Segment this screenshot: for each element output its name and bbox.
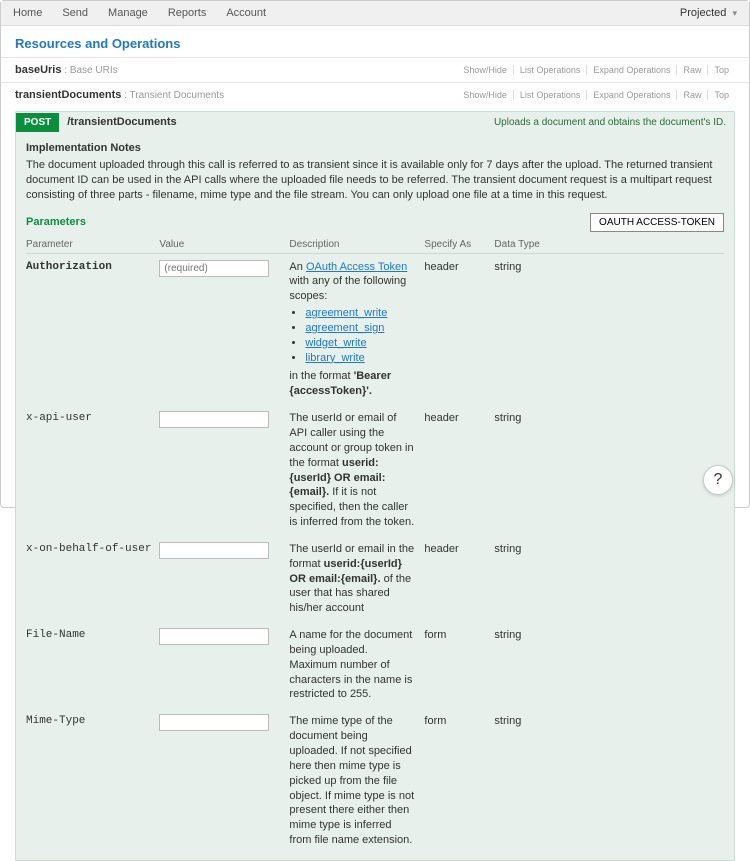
help-button[interactable]: ? xyxy=(703,465,733,495)
param-data-type: string xyxy=(494,253,724,405)
operation-summary: Uploads a document and obtains the docum… xyxy=(486,113,734,132)
resource-sub: : Transient Documents xyxy=(121,90,224,101)
param-data-type: string xyxy=(494,405,724,536)
param-value-input[interactable] xyxy=(159,542,269,559)
resource-baseuris[interactable]: baseUris : Base URIs Show/Hide List Oper… xyxy=(1,57,749,82)
param-row-x-on-behalf-of-user: x-on-behalf-of-user The userId or email … xyxy=(26,536,724,622)
nav-home[interactable]: Home xyxy=(13,7,42,19)
user-dropdown[interactable]: Projected ▾ xyxy=(680,7,737,19)
scope-link[interactable]: widget_write xyxy=(305,337,366,349)
param-name: File-Name xyxy=(26,622,159,708)
param-data-type: string xyxy=(494,708,724,854)
page-title: Resources and Operations xyxy=(1,26,749,57)
param-data-type: string xyxy=(494,536,724,622)
param-value-input[interactable] xyxy=(159,260,269,277)
param-row-authorization: Authorization An OAuth Access Token with… xyxy=(26,253,724,405)
param-specify-as: header xyxy=(424,405,494,536)
param-specify-as: form xyxy=(424,708,494,854)
param-data-type: string xyxy=(494,622,724,708)
col-value: Value xyxy=(159,236,289,254)
user-label: Projected xyxy=(680,7,726,19)
param-name: x-api-user xyxy=(26,405,159,536)
param-row-mime-type: Mime-Type The mime type of the document … xyxy=(26,708,724,854)
action-expand[interactable]: Expand Operations xyxy=(587,90,677,100)
param-description: A name for the document being uploaded. … xyxy=(289,622,424,708)
parameters-title: Parameters xyxy=(26,216,86,228)
param-row-file-name: File-Name A name for the document being … xyxy=(26,622,724,708)
action-list[interactable]: List Operations xyxy=(514,65,588,75)
action-list[interactable]: List Operations xyxy=(514,90,588,100)
param-specify-as: header xyxy=(424,253,494,405)
param-specify-as: form xyxy=(424,622,494,708)
parameters-table: Parameter Value Description Specify As D… xyxy=(26,236,724,854)
nav-reports[interactable]: Reports xyxy=(168,7,207,19)
action-raw[interactable]: Raw xyxy=(677,65,708,75)
nav-account[interactable]: Account xyxy=(226,7,266,19)
param-description: The mime type of the document being uplo… xyxy=(289,708,424,854)
action-raw[interactable]: Raw xyxy=(677,90,708,100)
param-name: Authorization xyxy=(26,253,159,405)
http-method-badge: POST xyxy=(16,113,59,132)
action-top[interactable]: Top xyxy=(708,90,735,100)
implementation-notes-title: Implementation Notes xyxy=(26,142,724,154)
resource-actions: Show/Hide List Operations Expand Operati… xyxy=(457,90,735,100)
operation-path: /transientDocuments xyxy=(59,112,184,132)
param-name: Mime-Type xyxy=(26,708,159,854)
top-nav: Home Send Manage Reports Account Project… xyxy=(1,1,749,26)
param-value-input[interactable] xyxy=(159,714,269,731)
operation-panel: POST /transientDocuments Uploads a docum… xyxy=(15,111,735,861)
col-parameter: Parameter xyxy=(26,236,159,254)
scope-link[interactable]: agreement_write xyxy=(305,307,387,319)
col-description: Description xyxy=(289,236,424,254)
param-description: An OAuth Access Token with any of the fo… xyxy=(289,253,424,405)
action-showhide[interactable]: Show/Hide xyxy=(457,90,514,100)
resource-transientdocs[interactable]: transientDocuments : Transient Documents… xyxy=(1,82,749,107)
resource-actions: Show/Hide List Operations Expand Operati… xyxy=(457,65,735,75)
scope-link[interactable]: agreement_sign xyxy=(305,322,384,334)
param-description: The userId or email of API caller using … xyxy=(289,405,424,536)
action-showhide[interactable]: Show/Hide xyxy=(457,65,514,75)
help-icon: ? xyxy=(714,471,723,489)
param-description: The userId or email in the format userid… xyxy=(289,536,424,622)
oauth-token-link[interactable]: OAuth Access Token xyxy=(306,261,407,273)
scope-link[interactable]: library_write xyxy=(305,352,364,364)
oauth-token-button[interactable]: OAUTH ACCESS-TOKEN xyxy=(590,213,724,232)
col-specify-as: Specify As xyxy=(424,236,494,254)
operation-header[interactable]: POST /transientDocuments Uploads a docum… xyxy=(16,112,734,132)
resource-name: baseUris xyxy=(15,64,61,76)
chevron-down-icon: ▾ xyxy=(732,8,737,18)
action-top[interactable]: Top xyxy=(708,65,735,75)
nav-send[interactable]: Send xyxy=(62,7,88,19)
resource-name: transientDocuments xyxy=(15,89,121,101)
action-expand[interactable]: Expand Operations xyxy=(587,65,677,75)
implementation-notes-text: The document uploaded through this call … xyxy=(26,158,724,203)
resource-sub: : Base URIs xyxy=(61,65,117,76)
param-value-input[interactable] xyxy=(159,411,269,428)
nav-manage[interactable]: Manage xyxy=(108,7,148,19)
col-data-type: Data Type xyxy=(494,236,724,254)
param-value-input[interactable] xyxy=(159,628,269,645)
param-name: x-on-behalf-of-user xyxy=(26,536,159,622)
param-row-x-api-user: x-api-user The userId or email of API ca… xyxy=(26,405,724,536)
param-specify-as: header xyxy=(424,536,494,622)
operation-body: Implementation Notes The document upload… xyxy=(16,132,734,860)
